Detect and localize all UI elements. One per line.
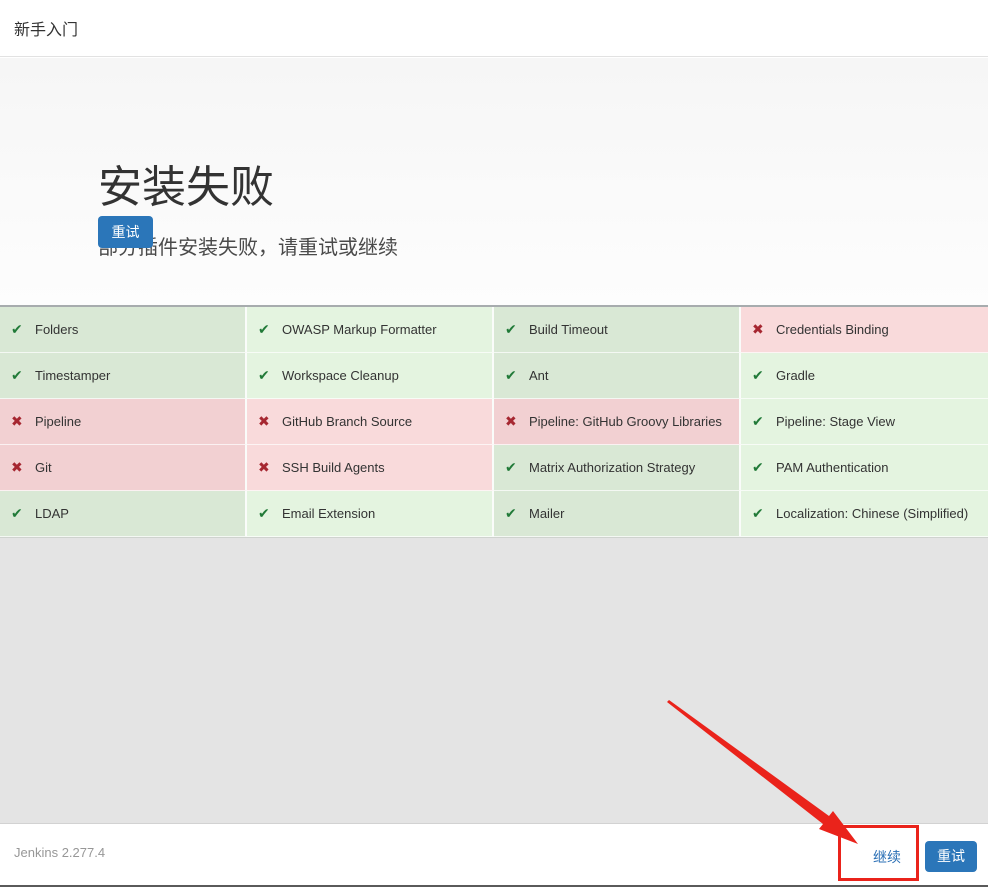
plugin-cell: ✖ GitHub Branch Source [247,399,494,445]
plugin-name: Pipeline: GitHub Groovy Libraries [529,414,722,429]
cross-icon: ✖ [505,413,517,429]
wizard-header: 新手入门 [0,0,988,57]
plugin-cell: ✔ Matrix Authorization Strategy [494,445,741,491]
cross-icon: ✖ [11,459,23,475]
plugin-cell: ✔ PAM Authentication [741,445,988,491]
retry-button-footer[interactable]: 重试 [925,841,977,872]
plugin-cell: ✖ Pipeline: GitHub Groovy Libraries [494,399,741,445]
plugin-name: Mailer [529,506,565,521]
plugin-cell: ✔ Gradle [741,353,988,399]
plugin-name: Credentials Binding [776,322,889,337]
retry-button-top[interactable]: 重试 [98,216,153,248]
check-icon: ✔ [505,505,517,521]
plugin-name: Git [35,460,52,475]
check-icon: ✔ [11,367,23,383]
plugin-name: Pipeline [35,414,82,429]
check-icon: ✔ [258,505,270,521]
cross-icon: ✖ [11,413,23,429]
plugin-cell: ✖ SSH Build Agents [247,445,494,491]
window-bottom-edge [0,885,988,887]
plugin-name: SSH Build Agents [282,460,385,475]
plugin-name: GitHub Branch Source [282,414,413,429]
plugin-cell: ✔ Mailer [494,491,741,537]
check-icon: ✔ [11,505,23,521]
plugin-name: LDAP [35,506,69,521]
plugin-name: Matrix Authorization Strategy [529,460,696,475]
jenkins-version-label: Jenkins 2.277.4 [14,845,106,860]
plugin-cell: ✖ Credentials Binding [741,307,988,353]
check-icon: ✔ [752,413,764,429]
plugin-name: Localization: Chinese (Simplified) [776,506,969,521]
check-icon: ✔ [752,459,764,475]
install-failed-title: 安装失败 [98,163,274,212]
plugin-cell: ✖ Git [0,445,247,491]
plugin-cell: ✔ Localization: Chinese (Simplified) [741,491,988,537]
content-spacer [0,537,988,823]
setup-wizard-page: 新手入门 安装失败 部分插件安装失败，请重试或继续 重试 ✔ Folders ✔ OW… [0,0,988,889]
plugin-cell: ✖ Pipeline [0,399,247,445]
plugin-name: OWASP Markup Formatter [282,322,437,337]
plugin-name: Timestamper [35,368,111,383]
check-icon: ✔ [11,321,23,337]
plugin-cell: ✔ OWASP Markup Formatter [247,307,494,353]
check-icon: ✔ [752,367,764,383]
plugin-name: Email Extension [282,506,376,521]
plugin-cell: ✔ Ant [494,353,741,399]
plugin-cell: ✔ Build Timeout [494,307,741,353]
continue-link[interactable]: 继续 [862,847,912,867]
plugin-status-grid: ✔ Folders ✔ OWASP Markup Formatter ✔ Build Ti… [0,305,988,537]
check-icon: ✔ [505,321,517,337]
cross-icon: ✖ [258,459,270,475]
check-icon: ✔ [505,459,517,475]
plugin-cell: ✔ Timestamper [0,353,247,399]
check-icon: ✔ [258,367,270,383]
plugin-cell: ✔ Email Extension [247,491,494,537]
plugin-name: Gradle [776,368,816,383]
plugin-name: Folders [35,322,79,337]
wizard-footer [0,823,988,885]
plugin-name: PAM Authentication [776,460,889,475]
plugin-name: Ant [529,368,549,383]
plugin-name: Build Timeout [529,322,608,337]
check-icon: ✔ [752,505,764,521]
plugin-name: Pipeline: Stage View [776,414,896,429]
check-icon: ✔ [505,367,517,383]
plugin-cell: ✔ Pipeline: Stage View [741,399,988,445]
check-icon: ✔ [258,321,270,337]
plugin-cell: ✔ Workspace Cleanup [247,353,494,399]
plugin-name: Workspace Cleanup [282,368,399,383]
page-title: 新手入门 [14,22,79,39]
plugin-cell: ✔ Folders [0,307,247,353]
cross-icon: ✖ [258,413,270,429]
plugin-cell: ✔ LDAP [0,491,247,537]
cross-icon: ✖ [752,321,764,337]
hero-section: 安装失败 部分插件安装失败，请重试或继续 [0,58,988,305]
